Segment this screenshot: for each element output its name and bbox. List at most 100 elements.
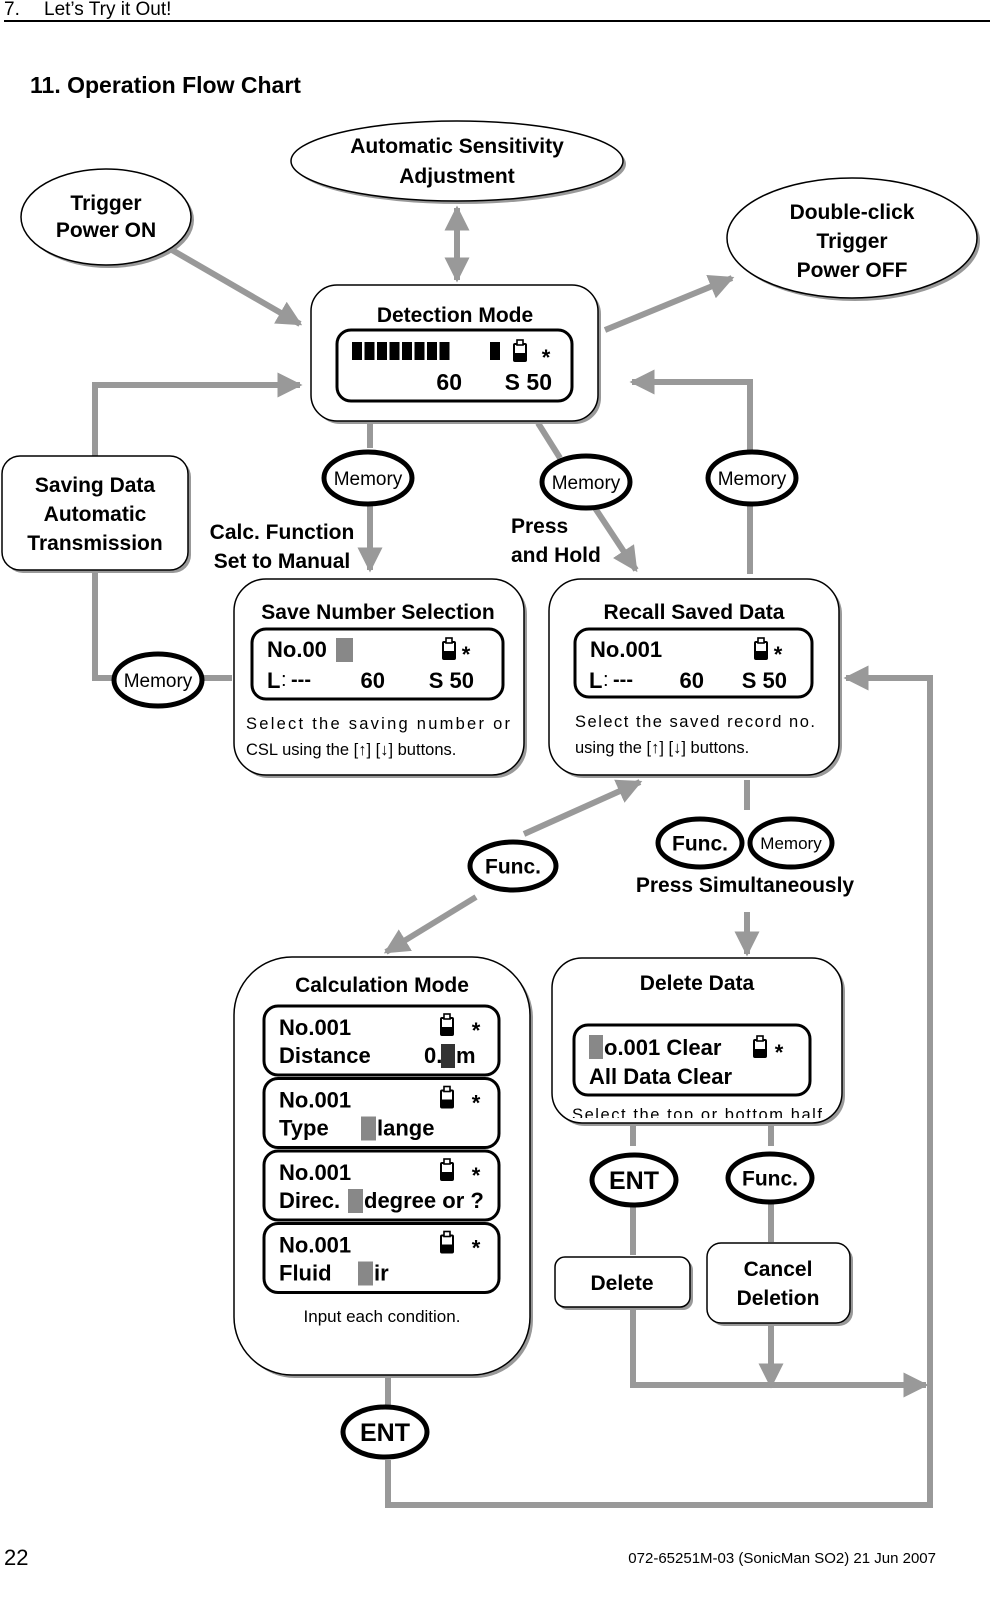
label: Saving Data bbox=[35, 474, 156, 497]
func-key-simultaneous: Func. bbox=[655, 816, 745, 870]
description: Select the saving number or bbox=[246, 715, 511, 733]
node-cancel-deletion: Cancel Deletion bbox=[706, 1242, 853, 1326]
title: Save Number Selection bbox=[261, 601, 494, 624]
asterisk-icon: * bbox=[774, 642, 783, 667]
label: Power OFF bbox=[797, 259, 908, 282]
lcd-screen: No.001 * Distance 0. m bbox=[262, 1004, 501, 1077]
ent-key-delete: ENT bbox=[589, 1152, 679, 1208]
description: CSL using the [↑] [↓] buttons. bbox=[246, 741, 456, 759]
arrow-power-on-to-detection bbox=[170, 247, 303, 327]
node-saving-data: Saving Data Automatic Transmission bbox=[1, 455, 191, 573]
battery-icon bbox=[753, 1035, 767, 1058]
lcd-field-label: Type bbox=[279, 1116, 329, 1141]
memory-key-to-saving: Memory bbox=[111, 651, 205, 709]
memory-key-press-hold: Memory bbox=[539, 453, 633, 511]
lcd-option-record-clear: o.001 Clear bbox=[604, 1035, 722, 1060]
description: Input each condition. bbox=[304, 1307, 461, 1326]
bar-segment bbox=[352, 342, 362, 360]
battery-icon bbox=[440, 1085, 454, 1109]
lcd-value: lange bbox=[377, 1116, 434, 1141]
lcd-record-number: No.001 bbox=[590, 637, 662, 662]
line-detection-to-memory-mid bbox=[535, 421, 563, 460]
bar-segment bbox=[427, 342, 437, 360]
label-press-simultaneously: Press Simultaneously bbox=[636, 874, 855, 897]
title: Detection Mode bbox=[377, 304, 533, 327]
ent-key-confirm: ENT bbox=[340, 1404, 430, 1460]
cursor-block bbox=[589, 1035, 603, 1059]
lcd-screen: No.001 * Fluid ir bbox=[262, 1222, 501, 1294]
cursor-block bbox=[348, 1189, 363, 1213]
lcd-value-prefix: 0. bbox=[424, 1043, 442, 1068]
battery-icon bbox=[754, 637, 768, 660]
arrow-func-to-calc bbox=[383, 894, 478, 955]
cursor-block bbox=[441, 1044, 455, 1068]
label: Delete bbox=[590, 1272, 653, 1295]
cursor-block bbox=[361, 1116, 376, 1141]
node-calculation-mode: Calculation Mode No.001 *Distance 0. mNo.00… bbox=[233, 956, 533, 1378]
asterisk-icon: * bbox=[542, 345, 551, 370]
node-delete-data: Delete Data o.001 Clear * All Data Clear… bbox=[551, 957, 845, 1126]
battery-icon bbox=[440, 1230, 454, 1254]
title: Delete Data bbox=[640, 972, 755, 995]
asterisk-icon: * bbox=[472, 1163, 481, 1188]
func-key: Func. bbox=[467, 839, 559, 893]
arrow-detection-to-power-off bbox=[603, 274, 735, 333]
arrow-saving-to-detection bbox=[92, 372, 303, 456]
lcd-dashes: --- bbox=[291, 669, 311, 691]
lcd-value: 60 bbox=[436, 369, 462, 395]
lcd-value: degree or ? bbox=[364, 1188, 484, 1213]
label-calc-function: Calc. Function bbox=[210, 521, 355, 544]
page-number: 22 bbox=[4, 1545, 29, 1570]
node-double-click-power-off: Double-click Trigger Power OFF bbox=[726, 177, 980, 301]
key-label: Func. bbox=[672, 833, 728, 856]
bar-segment bbox=[414, 342, 425, 360]
description: using the [↑] [↓] buttons. bbox=[575, 739, 749, 757]
lcd-sensitivity: S 50 bbox=[505, 369, 552, 395]
asterisk-icon: * bbox=[472, 1018, 481, 1043]
title: Calculation Mode bbox=[295, 974, 469, 997]
bar-segment bbox=[402, 342, 412, 360]
lcd-value: ir bbox=[374, 1261, 389, 1286]
cursor-block bbox=[336, 638, 353, 662]
key-label: Memory bbox=[718, 469, 787, 490]
lcd-field-label: Distance bbox=[279, 1043, 371, 1068]
func-key-cancel: Func. bbox=[725, 1151, 815, 1205]
cursor-block bbox=[358, 1261, 373, 1286]
key-label: Func. bbox=[485, 856, 541, 879]
memory-key-simultaneous: Memory bbox=[747, 816, 835, 870]
battery-icon bbox=[440, 1158, 454, 1181]
label-and-hold: and Hold bbox=[511, 544, 601, 567]
label: Double-click bbox=[790, 201, 915, 224]
document-reference: 072-65251M-03 (SonicMan SO2) 21 Jun 2007 bbox=[628, 1550, 936, 1567]
key-label: Memory bbox=[334, 469, 403, 490]
lcd-field-label: Direc. bbox=[279, 1188, 340, 1213]
lcd-screen: No.001 * Type lange bbox=[262, 1077, 501, 1149]
lcd-record-number: No.001 bbox=[279, 1015, 351, 1040]
lcd-option-all-clear: All Data Clear bbox=[589, 1064, 732, 1089]
lcd-record-number: No.001 bbox=[279, 1160, 351, 1185]
lcd-colon: : bbox=[281, 669, 287, 691]
node-delete: Delete bbox=[554, 1256, 693, 1310]
node-save-number-selection: Save Number Selection No.00 * L : --- 60… bbox=[233, 578, 527, 778]
level-block bbox=[490, 342, 500, 360]
label: Power ON bbox=[56, 219, 156, 242]
key-label: ENT bbox=[609, 1167, 659, 1195]
label: Automatic bbox=[44, 503, 147, 526]
asterisk-icon: * bbox=[472, 1236, 481, 1261]
lcd-field-label: Fluid bbox=[279, 1261, 332, 1286]
label-set-to-manual: Set to Manual bbox=[214, 550, 351, 573]
lcd-value: 60 bbox=[361, 668, 385, 693]
node-auto-sensitivity: Automatic Sensitivity Adjustment bbox=[290, 120, 626, 204]
key-label: ENT bbox=[360, 1419, 410, 1447]
bar-segment bbox=[377, 342, 387, 360]
key-label: Func. bbox=[742, 1168, 798, 1191]
lcd-record-number: No.00 bbox=[267, 637, 327, 662]
bar-segment bbox=[389, 342, 400, 360]
lcd-screen: No.001 * Direc. degree or ? bbox=[262, 1149, 501, 1222]
title: Recall Saved Data bbox=[604, 601, 785, 624]
bar-segment bbox=[439, 342, 450, 360]
lcd-value: m bbox=[456, 1043, 476, 1068]
label: Cancel bbox=[744, 1258, 813, 1281]
battery-icon bbox=[442, 637, 456, 660]
node-recall-saved-data: Recall Saved Data No.001 * L : --- 60 S … bbox=[548, 578, 842, 778]
